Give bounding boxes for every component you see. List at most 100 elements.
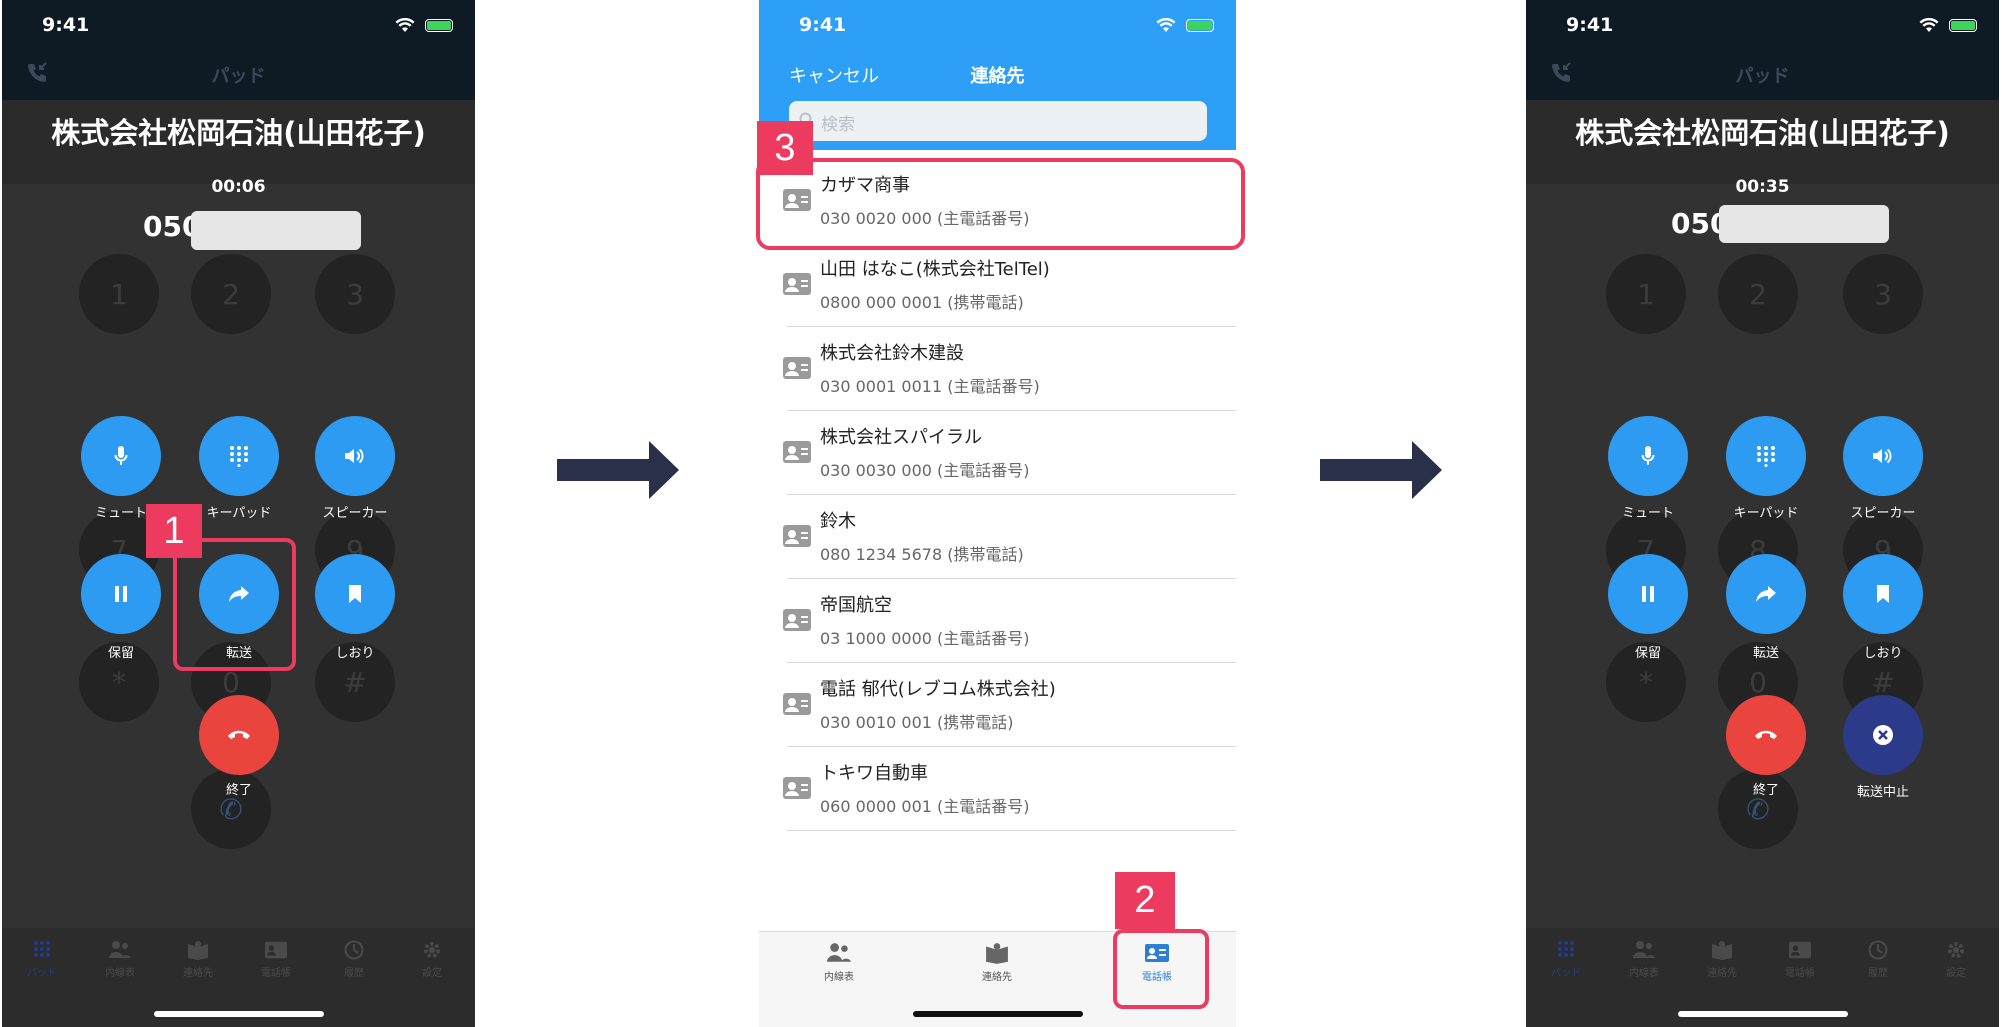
status-bar: 9:41 パッド <box>1526 0 1999 100</box>
tab-contacts[interactable]: 連絡先 <box>952 942 1042 983</box>
keypad-button[interactable] <box>1726 416 1806 496</box>
dialpad-icon <box>34 941 50 957</box>
speaker-icon <box>1873 448 1892 464</box>
call-screen-1: 9:41 パッド 株式会社松岡石油(山田花子) 00:06 050 1 2 3 … <box>2 0 475 1027</box>
hold-button[interactable] <box>1608 554 1688 634</box>
key-2[interactable]: 2 <box>1718 254 1798 334</box>
highlight-phonebook-tab <box>1113 929 1209 1009</box>
bookmark-icon <box>349 585 361 603</box>
speaker-button[interactable] <box>1843 416 1923 496</box>
speaker-button[interactable] <box>315 416 395 496</box>
tab-extensions[interactable]: 内線表 <box>1609 940 1679 979</box>
search-input[interactable]: 検索 <box>789 101 1207 141</box>
status-bar: 9:41 パッド <box>2 0 475 100</box>
call-duration: 00:35 <box>1735 177 1790 197</box>
contact-row[interactable]: 帝国航空 03 1000 0000 (主電話番号) <box>759 579 1236 663</box>
key-3[interactable]: 3 <box>315 254 395 334</box>
tab-extensions[interactable]: 内線表 <box>794 942 884 983</box>
pause-icon <box>1642 586 1654 602</box>
contact-row[interactable]: 山田 はなこ(株式会社TelTel) 0800 000 0001 (携帯電話) <box>759 243 1236 327</box>
nav-title: パッド <box>1735 66 1790 87</box>
gear-icon <box>1948 942 1964 958</box>
dialpad-icon <box>230 446 248 467</box>
book-icon <box>1712 941 1732 960</box>
tab-settings[interactable]: 設定 <box>397 940 467 979</box>
battery-icon <box>1186 19 1214 32</box>
call-duration: 00:06 <box>211 177 266 197</box>
bookmark-icon <box>1877 585 1889 603</box>
contact-row[interactable]: トキワ自動車 060 0000 001 (主電話番号) <box>759 747 1236 831</box>
tab-history[interactable]: 履歴 <box>1843 940 1913 979</box>
contact-card-icon <box>783 693 811 715</box>
contact-card-icon <box>783 525 811 547</box>
status-time: 9:41 <box>42 14 90 36</box>
clock-icon <box>344 940 364 960</box>
transfer-button[interactable] <box>1726 554 1806 634</box>
keypad-button[interactable] <box>199 416 279 496</box>
bookmark-button[interactable] <box>1843 554 1923 634</box>
hangup-icon <box>228 730 250 739</box>
step-badge-1: 1 <box>146 504 202 558</box>
key-1[interactable]: 1 <box>79 254 159 334</box>
contact-row[interactable]: 鈴木 080 1234 5678 (携帯電話) <box>759 495 1236 579</box>
mute-button[interactable] <box>81 416 161 496</box>
key-2[interactable]: 2 <box>191 254 271 334</box>
mic-icon <box>114 446 128 465</box>
dialpad-icon <box>1558 941 1574 957</box>
battery-icon <box>425 19 453 32</box>
end-call-label: 終了 <box>1752 783 1779 798</box>
contact-number: 030 0030 000 (主電話番号) <box>820 461 1030 480</box>
hold-label: 保留 <box>107 646 134 661</box>
pause-icon <box>115 586 127 602</box>
cancel-transfer-button[interactable] <box>1843 695 1923 775</box>
search-placeholder: 検索 <box>821 115 855 135</box>
mic-icon <box>1641 446 1655 465</box>
contact-name: 鈴木 <box>820 511 856 532</box>
bookmark-button[interactable] <box>315 554 395 634</box>
contact-name: 株式会社スパイラル <box>820 427 982 448</box>
key-1[interactable]: 1 <box>1606 254 1686 334</box>
tab-contacts[interactable]: 連絡先 <box>1687 940 1757 979</box>
cancel-button[interactable]: キャンセル <box>789 62 879 88</box>
bookmark-label: しおり <box>1863 646 1903 661</box>
number-redaction <box>191 211 361 250</box>
tab-history[interactable]: 履歴 <box>319 940 389 979</box>
end-call-button[interactable] <box>1726 695 1806 775</box>
contact-card-icon <box>783 441 811 463</box>
contact-row[interactable]: 株式会社スパイラル 030 0030 000 (主電話番号) <box>759 411 1236 495</box>
home-indicator <box>153 1011 324 1017</box>
gear-icon <box>424 942 440 958</box>
contact-card-icon <box>1789 941 1811 959</box>
contact-number: 030 0001 0011 (主電話番号) <box>820 377 1040 396</box>
keypad-label: キーパッド <box>1733 506 1799 521</box>
hangup-icon <box>1755 730 1777 739</box>
tab-phonebook[interactable]: 電話帳 <box>241 940 311 979</box>
end-call-button[interactable] <box>199 695 279 775</box>
home-indicator <box>912 1011 1083 1017</box>
contact-number: 080 1234 5678 (携帯電話) <box>820 545 1024 564</box>
caller-name: 株式会社松岡石油(山田花子) <box>51 116 426 150</box>
mute-button[interactable] <box>1608 416 1688 496</box>
caller-name: 株式会社松岡石油(山田花子) <box>1575 116 1950 150</box>
book-icon <box>188 941 208 960</box>
hold-button[interactable] <box>81 554 161 634</box>
bookmark-label: しおり <box>335 646 375 661</box>
tab-phonebook[interactable]: 電話帳 <box>1765 940 1835 979</box>
contact-name: 山田 はなこ(株式会社TelTel) <box>820 259 1050 280</box>
mute-label: ミュート <box>1621 506 1674 521</box>
people-icon <box>827 943 851 962</box>
key-3[interactable]: 3 <box>1843 254 1923 334</box>
contact-name: 電話 郁代(レブコム株式会社) <box>820 679 1056 700</box>
contact-number: 0800 000 0001 (携帯電話) <box>820 293 1024 312</box>
right-arrow-icon <box>557 441 679 499</box>
tab-pad[interactable]: パッド <box>1531 940 1601 979</box>
contact-row[interactable]: 株式会社鈴木建設 030 0001 0011 (主電話番号) <box>759 327 1236 411</box>
tab-settings[interactable]: 設定 <box>1921 940 1991 979</box>
tab-contacts[interactable]: 連絡先 <box>163 940 233 979</box>
contact-row[interactable]: 電話 郁代(レブコム株式会社) 030 0010 001 (携帯電話) <box>759 663 1236 747</box>
tab-extensions[interactable]: 内線表 <box>85 940 155 979</box>
tab-pad[interactable]: パッド <box>7 940 77 979</box>
wifi-icon <box>395 18 415 32</box>
book-icon <box>986 943 1008 964</box>
home-indicator <box>1677 1011 1848 1017</box>
